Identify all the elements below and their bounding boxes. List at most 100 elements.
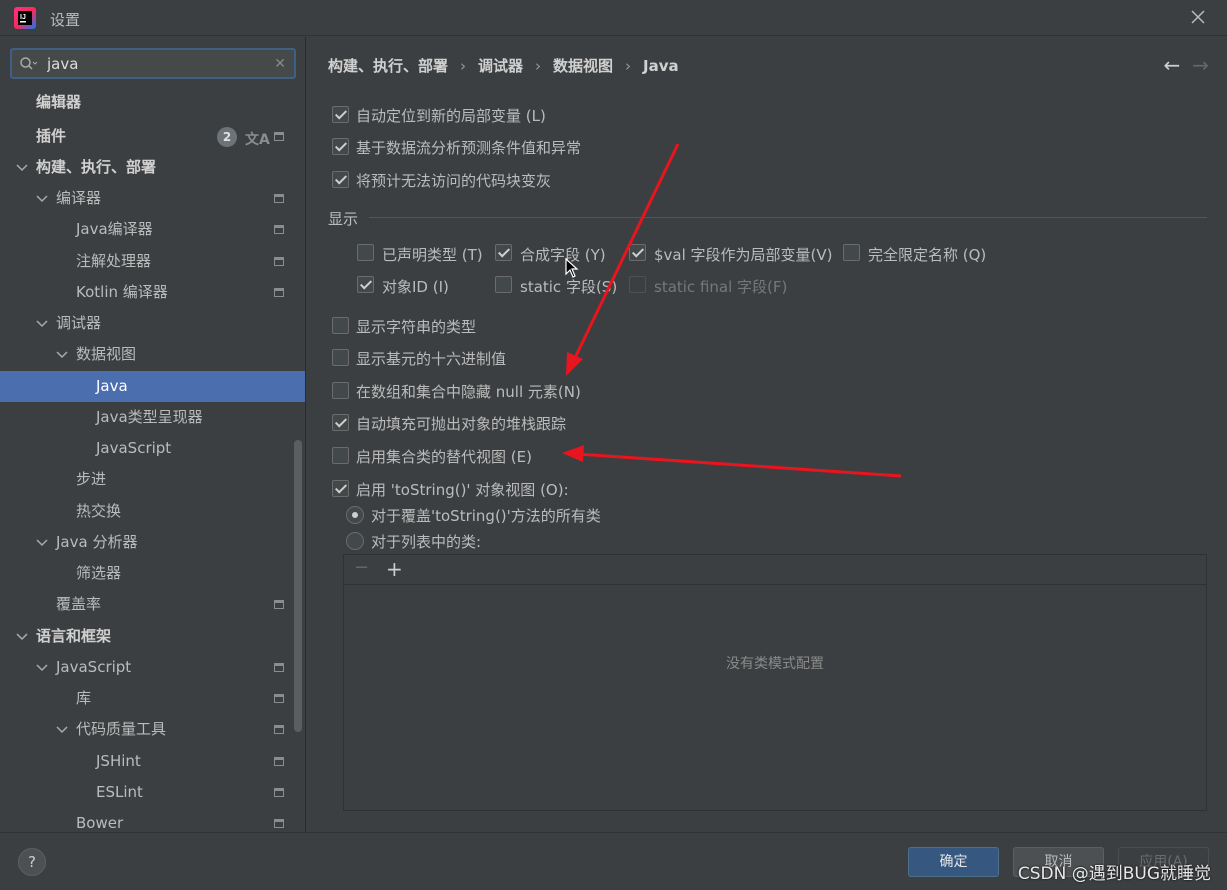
tree-item-javascript[interactable]: JavaScript [0, 652, 305, 683]
tree-item-label: Java [96, 377, 128, 395]
search-input[interactable] [45, 53, 265, 75]
breadcrumb-item[interactable]: 构建、执行、部署 [328, 57, 448, 75]
tree-item-plugins[interactable]: 插件 2 文A [0, 121, 305, 152]
predict-values-label: 基于数据流分析预测条件值和异常 [356, 139, 582, 157]
intellij-logo-icon: IJ [14, 7, 36, 29]
tree-item-jshint[interactable]: JSHint [0, 746, 305, 777]
ok-button[interactable]: 确定 [908, 847, 999, 877]
remove-class-button[interactable]: − [354, 557, 369, 578]
project-scope-icon [274, 725, 284, 734]
tree-item-java-type-renderers[interactable]: Java类型呈现器 [0, 402, 305, 433]
declared-type-checkbox[interactable] [357, 244, 374, 261]
tree-item-eslint[interactable]: ESLint [0, 777, 305, 808]
tree-item-label: 筛选器 [76, 564, 122, 582]
title-bar: IJ 设置 [0, 0, 1227, 36]
static-final-fields-checkbox[interactable] [629, 276, 646, 293]
tree-item-java-profiler[interactable]: Java 分析器 [0, 527, 305, 558]
chevron-down-icon[interactable] [36, 663, 48, 673]
tree-item-stepping[interactable]: 步进 [0, 464, 305, 495]
chevron-down-icon[interactable] [16, 163, 28, 173]
breadcrumb-item: Java [643, 57, 679, 75]
auto-locate-checkbox[interactable] [332, 106, 349, 123]
settings-content: 构建、执行、部署 › 调试器 › 数据视图 › Java ← → 自动定位到新的局部变量 (L… [307, 37, 1227, 832]
tree-item-code-quality[interactable]: 代码质量工具 [0, 714, 305, 745]
tree-item-libraries[interactable]: 库 [0, 683, 305, 714]
tree-item-bower[interactable]: Bower [0, 808, 305, 832]
synthetic-fields-checkbox[interactable] [495, 244, 512, 261]
gray-unreachable-checkbox[interactable] [332, 171, 349, 188]
tree-item-data-views[interactable]: 数据视图 [0, 339, 305, 370]
project-scope-icon [274, 694, 284, 703]
chevron-down-icon[interactable] [36, 319, 48, 329]
display-group-title: 显示 [328, 210, 359, 228]
add-class-button[interactable]: + [386, 557, 403, 581]
project-scope-icon [274, 600, 284, 609]
hex-values-checkbox[interactable] [332, 349, 349, 366]
svg-text:IJ: IJ [20, 14, 26, 21]
synthetic-fields-label: 合成字段 (Y) [520, 246, 606, 264]
project-scope-icon [274, 788, 284, 797]
tree-item-label: 库 [76, 689, 92, 707]
chevron-down-icon[interactable] [56, 725, 68, 735]
tree-item-label: 步进 [76, 470, 107, 488]
chevron-down-icon[interactable] [36, 538, 48, 548]
class-panel-toolbar: − + [344, 555, 1206, 585]
tree-item-java-selected[interactable]: Java [0, 371, 305, 402]
breadcrumb: 构建、执行、部署 › 调试器 › 数据视图 › Java [328, 55, 679, 76]
tree-item-filters[interactable]: 筛选器 [0, 558, 305, 589]
tree-item-label: 编译器 [56, 189, 102, 207]
breadcrumb-item[interactable]: 数据视图 [553, 57, 613, 75]
all-overriding-radio[interactable] [346, 506, 364, 524]
sidebar-scrollbar[interactable] [294, 440, 302, 732]
mouse-cursor-icon [565, 258, 579, 278]
tree-item-label: 语言和框架 [36, 627, 112, 645]
val-fields-label: $val 字段作为局部变量(V) [654, 246, 833, 264]
tree-item-label: 插件 [36, 127, 67, 145]
update-count-badge: 2 [217, 127, 237, 147]
static-fields-checkbox[interactable] [495, 276, 512, 293]
tree-item-label: 注解处理器 [76, 252, 152, 270]
tree-item-coverage[interactable]: 覆盖率 [0, 589, 305, 620]
tree-item-label: JSHint [96, 752, 141, 770]
tree-item-label: JavaScript [56, 658, 132, 676]
hide-nulls-checkbox[interactable] [332, 382, 349, 399]
chevron-down-icon[interactable] [16, 632, 28, 642]
stack-traces-label: 自动填充可抛出对象的堆栈跟踪 [356, 415, 567, 433]
back-arrow-icon[interactable]: ← [1163, 53, 1180, 77]
project-scope-icon [274, 288, 284, 297]
window-title: 设置 [50, 11, 81, 29]
fq-names-checkbox[interactable] [843, 244, 860, 261]
list-classes-radio[interactable] [346, 532, 364, 550]
tree-item-annotation-processors[interactable]: 注解处理器 [0, 246, 305, 277]
help-button[interactable]: ? [18, 848, 46, 876]
stack-traces-checkbox[interactable] [332, 414, 349, 431]
chevron-down-icon[interactable] [36, 194, 48, 204]
tree-item-java-compiler[interactable]: Java编译器 [0, 214, 305, 245]
object-id-checkbox[interactable] [357, 276, 374, 293]
tree-item-languages[interactable]: 语言和框架 [0, 621, 305, 652]
tree-item-kotlin-compiler[interactable]: Kotlin 编译器 [0, 277, 305, 308]
tree-item-javascript-dataview[interactable]: JavaScript [0, 433, 305, 464]
predict-values-checkbox[interactable] [332, 138, 349, 155]
alt-views-checkbox[interactable] [332, 447, 349, 464]
close-icon[interactable] [1189, 8, 1207, 26]
val-fields-checkbox[interactable] [629, 244, 646, 261]
tostring-view-label: 启用 'toString()' 对象视图 (O): [356, 481, 569, 499]
clear-search-icon[interactable]: ✕ [274, 56, 286, 72]
tree-item-label: 覆盖率 [56, 595, 102, 613]
forward-arrow-icon[interactable]: → [1192, 53, 1209, 77]
string-type-checkbox[interactable] [332, 317, 349, 334]
project-scope-icon [274, 757, 284, 766]
tree-item-debugger[interactable]: 调试器 [0, 308, 305, 339]
tree-item-compiler[interactable]: 编译器 [0, 183, 305, 214]
tree-item-hotswap[interactable]: 热交换 [0, 496, 305, 527]
search-field[interactable]: ✕ [10, 48, 296, 79]
tree-item-editor[interactable]: 编辑器 [0, 87, 305, 118]
tree-item-build[interactable]: 构建、执行、部署 [0, 152, 305, 183]
hide-nulls-label: 在数组和集合中隐藏 null 元素(N) [356, 383, 581, 401]
chevron-down-icon[interactable] [56, 350, 68, 360]
tostring-view-checkbox[interactable] [332, 480, 349, 497]
breadcrumb-item[interactable]: 调试器 [478, 57, 523, 75]
list-classes-label: 对于列表中的类: [371, 533, 482, 551]
tree-item-label: 热交换 [76, 502, 122, 520]
